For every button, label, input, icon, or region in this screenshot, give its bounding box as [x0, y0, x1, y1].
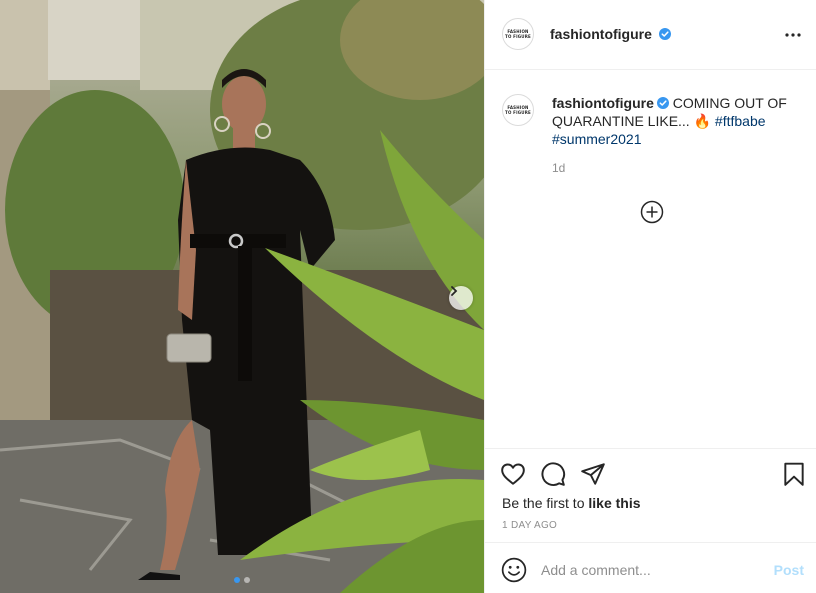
comment-input[interactable] [541, 558, 751, 582]
verified-badge-icon [656, 97, 669, 109]
bookmark-icon[interactable] [781, 461, 807, 487]
more-options-button[interactable] [781, 23, 805, 47]
fire-emoji: 🔥 [693, 113, 712, 129]
share-icon[interactable] [580, 461, 606, 487]
avatar-logo-line2: TO FIGURE [505, 34, 531, 39]
next-slide-button[interactable] [449, 286, 473, 310]
hashtag-summer2021[interactable]: #summer2021 [552, 131, 642, 147]
post-side-panel: FASHION TO FIGURE fashiontofigure FASHIO… [484, 0, 816, 593]
likes-prefix: Be the first to [502, 495, 585, 511]
carousel-dot [244, 577, 250, 583]
verified-badge-icon [658, 28, 671, 40]
smiley-icon[interactable] [501, 557, 527, 583]
username-text: fashiontofigure [550, 26, 652, 42]
avatar-logo-line2: TO FIGURE [505, 110, 531, 115]
carousel-indicator [0, 577, 484, 583]
photo-scene [0, 0, 484, 593]
heart-icon[interactable] [500, 461, 526, 487]
post-date: 1 DAY AGO [502, 520, 558, 531]
comment-icon[interactable] [540, 461, 566, 487]
caption-username[interactable]: fashiontofigure [552, 95, 654, 111]
post-header: FASHION TO FIGURE fashiontofigure [485, 0, 816, 70]
plus-circle-icon[interactable] [640, 200, 664, 224]
avatar[interactable]: FASHION TO FIGURE [502, 18, 534, 50]
action-bar [485, 448, 816, 494]
post-photo[interactable] [0, 0, 484, 593]
more-horizontal-icon [785, 33, 801, 37]
caption-text: fashiontofigure COMING OUT OF QUARANTINE… [552, 94, 802, 148]
post-username[interactable]: fashiontofigure [550, 26, 671, 42]
building-upper [48, 0, 143, 80]
caption-avatar[interactable]: FASHION TO FIGURE [502, 94, 534, 126]
chevron-right-icon [451, 286, 458, 296]
carousel-dot-active [234, 577, 240, 583]
like-this-link[interactable]: like this [588, 495, 640, 511]
likes-summary: Be the first to like this [502, 495, 641, 511]
post-comment-button[interactable]: Post [774, 562, 804, 578]
comment-bar: Post [485, 542, 816, 593]
caption-age: 1d [552, 161, 566, 175]
hashtag-ftfbabe[interactable]: #ftfbabe [715, 113, 766, 129]
